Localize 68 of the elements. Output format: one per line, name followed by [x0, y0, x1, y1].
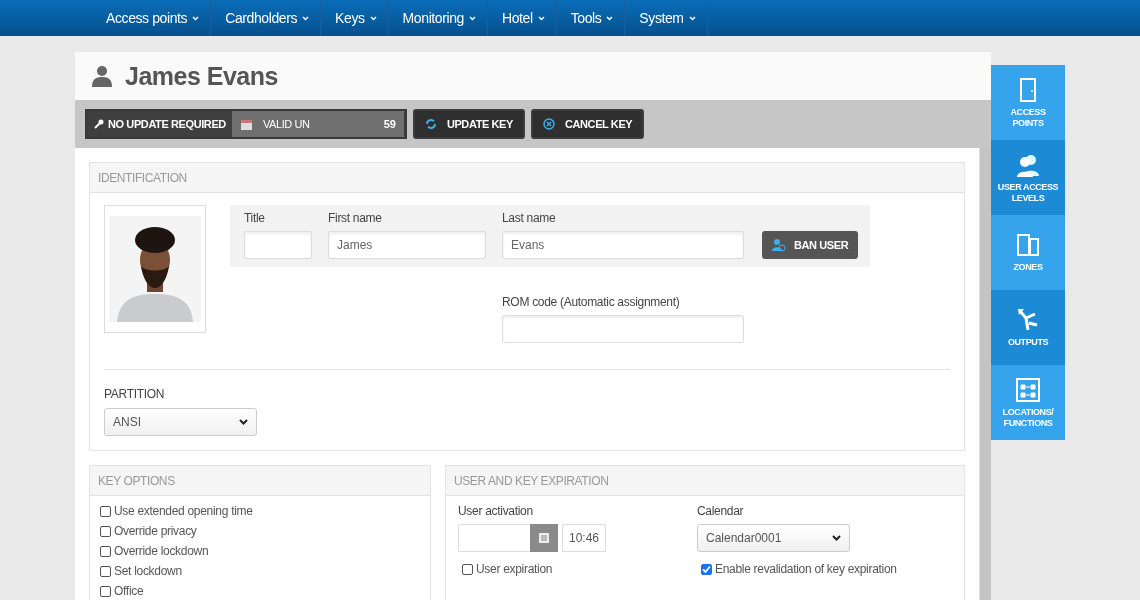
nav-menu-item[interactable]: Cardholders [211, 0, 322, 36]
panel-heading: KEY OPTIONS [98, 473, 175, 488]
panel-heading: USER AND KEY EXPIRATION [454, 473, 609, 488]
caret-icon [192, 15, 200, 21]
nav-menu-item[interactable]: Tools [556, 0, 626, 36]
text-field[interactable]: James [328, 231, 486, 259]
floor-plan-icon [1015, 377, 1041, 404]
caret-icon [468, 15, 476, 21]
side-panel-item[interactable]: OUTPUTS [991, 290, 1065, 365]
field-label: ROM code (Automatic assignment) [502, 295, 681, 309]
nav-menu-item[interactable]: Access points [92, 0, 212, 36]
cancel-key-button[interactable]: CANCEL KEY [531, 109, 645, 139]
partition-select[interactable]: ANSI [104, 408, 257, 436]
users-icon [1015, 152, 1041, 179]
nav-menu-item[interactable]: Keys [321, 0, 389, 36]
checkbox-option[interactable]: Override lockdown [100, 544, 420, 558]
checkbox-option[interactable]: Enable revalidation of key expiration [701, 562, 952, 576]
text-field[interactable] [244, 231, 312, 259]
checkbox[interactable] [100, 545, 111, 557]
checkbox[interactable] [100, 585, 111, 597]
side-panel-item[interactable]: USER ACCESS LEVELS [991, 140, 1065, 215]
validity-count: 59 [383, 118, 396, 130]
validity-label: VALID UN [262, 118, 310, 130]
calendar-icon [239, 117, 253, 131]
checkbox[interactable] [462, 563, 473, 575]
field-label: Title [244, 211, 266, 225]
time-field[interactable]: 10:46 [562, 524, 607, 552]
field-label: Calendar [697, 504, 745, 518]
calendar-select[interactable]: Calendar0001 [697, 524, 850, 552]
user-ban-icon [772, 238, 786, 252]
user-icon [91, 65, 113, 87]
doors-icon [1015, 232, 1041, 259]
checkbox-option[interactable]: User expiration [462, 562, 697, 576]
caret-icon [688, 15, 696, 21]
caret-icon [606, 15, 614, 21]
panel-heading: IDENTIFICATION [98, 170, 187, 185]
checkbox-option[interactable]: Use extended opening time [100, 504, 420, 518]
checkbox[interactable] [100, 505, 111, 517]
field-label: Last name [502, 211, 557, 225]
update-key-button[interactable]: UPDATE KEY [412, 109, 525, 139]
nav-menu-item[interactable]: Hotel [487, 0, 557, 36]
calendar-button[interactable] [530, 524, 558, 552]
nav-menu-item[interactable]: Monitoring [388, 0, 488, 36]
scrollbar[interactable] [979, 148, 991, 600]
text-field[interactable]: Evans [502, 231, 744, 259]
field-label: User activation [458, 504, 534, 518]
field-label: First name [328, 211, 383, 225]
caret-icon [302, 15, 310, 21]
checkbox[interactable] [701, 563, 712, 575]
checkbox[interactable] [100, 525, 111, 537]
chevron-down-icon [239, 419, 248, 425]
page-title: James Evans [125, 61, 278, 91]
text-field[interactable] [502, 315, 744, 343]
key-status: NO UPDATE REQUIRED [108, 118, 226, 130]
checkbox-option[interactable]: Override privacy [100, 524, 420, 538]
chevron-down-icon [832, 535, 841, 541]
checkbox-option[interactable]: Set lockdown [100, 564, 420, 578]
ban-user-button[interactable]: BAN USER [762, 231, 859, 259]
nav-menu-item[interactable]: System [625, 0, 708, 36]
key-icon [94, 119, 104, 129]
refresh-icon [424, 118, 437, 130]
close-circle-icon [543, 118, 555, 130]
calendar-icon [538, 532, 550, 544]
field-label: PARTITION [104, 387, 165, 401]
checkbox-option[interactable]: Office [100, 584, 420, 598]
caret-icon [369, 15, 377, 21]
caret-icon [537, 15, 545, 21]
checkbox[interactable] [100, 565, 111, 577]
